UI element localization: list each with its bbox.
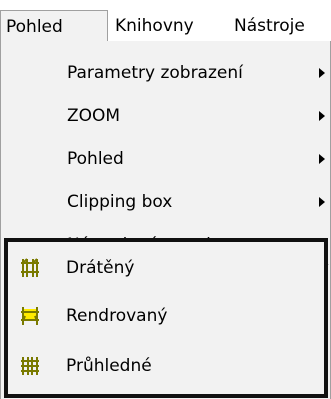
menu-item-label: Parametry zobrazení [67, 63, 243, 83]
menubar-item-label: Knihovny [115, 16, 194, 36]
menubar-item-label: Nástroje [234, 16, 305, 36]
menu-item-clipping-box[interactable]: Clipping box [1, 182, 330, 222]
menu-item-label: Průhledné [66, 356, 152, 376]
menu-item-label: Rendrovaný [66, 306, 168, 326]
menubar-item-nastroje[interactable]: Nástroje [234, 10, 305, 42]
submenu-arrow-icon [319, 111, 325, 121]
submenu-arrow-icon [319, 197, 325, 207]
menu-item-dratney[interactable]: Drátěný [8, 249, 324, 287]
menubar-item-knihovny[interactable]: Knihovny [115, 10, 194, 42]
menu-item-label: Clipping box [67, 192, 173, 212]
wireframe-icon [21, 258, 39, 277]
menu-item-zoom[interactable]: ZOOM [1, 96, 330, 136]
menu-item-pruhledne[interactable]: Průhledné [8, 347, 324, 385]
menu-item-rendrovany[interactable]: Rendrovaný [8, 297, 324, 335]
menu-item-label: ZOOM [67, 106, 121, 126]
menu-item-parametry-zobrazeni[interactable]: Parametry zobrazení [1, 53, 330, 93]
rendered-icon [21, 307, 39, 325]
menu-bar: Pohled Knihovny Nástroje [0, 0, 331, 42]
menu-item-label: Drátěný [66, 258, 135, 278]
view-mode-group: Drátěný Rendrovaný Průhledné [4, 238, 328, 398]
pohled-dropdown-menu: Parametry zobrazení ZOOM Pohled Clipping… [0, 41, 331, 399]
submenu-arrow-icon [319, 68, 325, 78]
menu-item-pohled[interactable]: Pohled [1, 139, 330, 179]
submenu-arrow-icon [319, 154, 325, 164]
menu-item-label: Pohled [67, 149, 124, 169]
menubar-item-label: Pohled [6, 17, 63, 37]
transparent-icon [21, 357, 39, 375]
menubar-item-pohled[interactable]: Pohled [0, 10, 108, 42]
